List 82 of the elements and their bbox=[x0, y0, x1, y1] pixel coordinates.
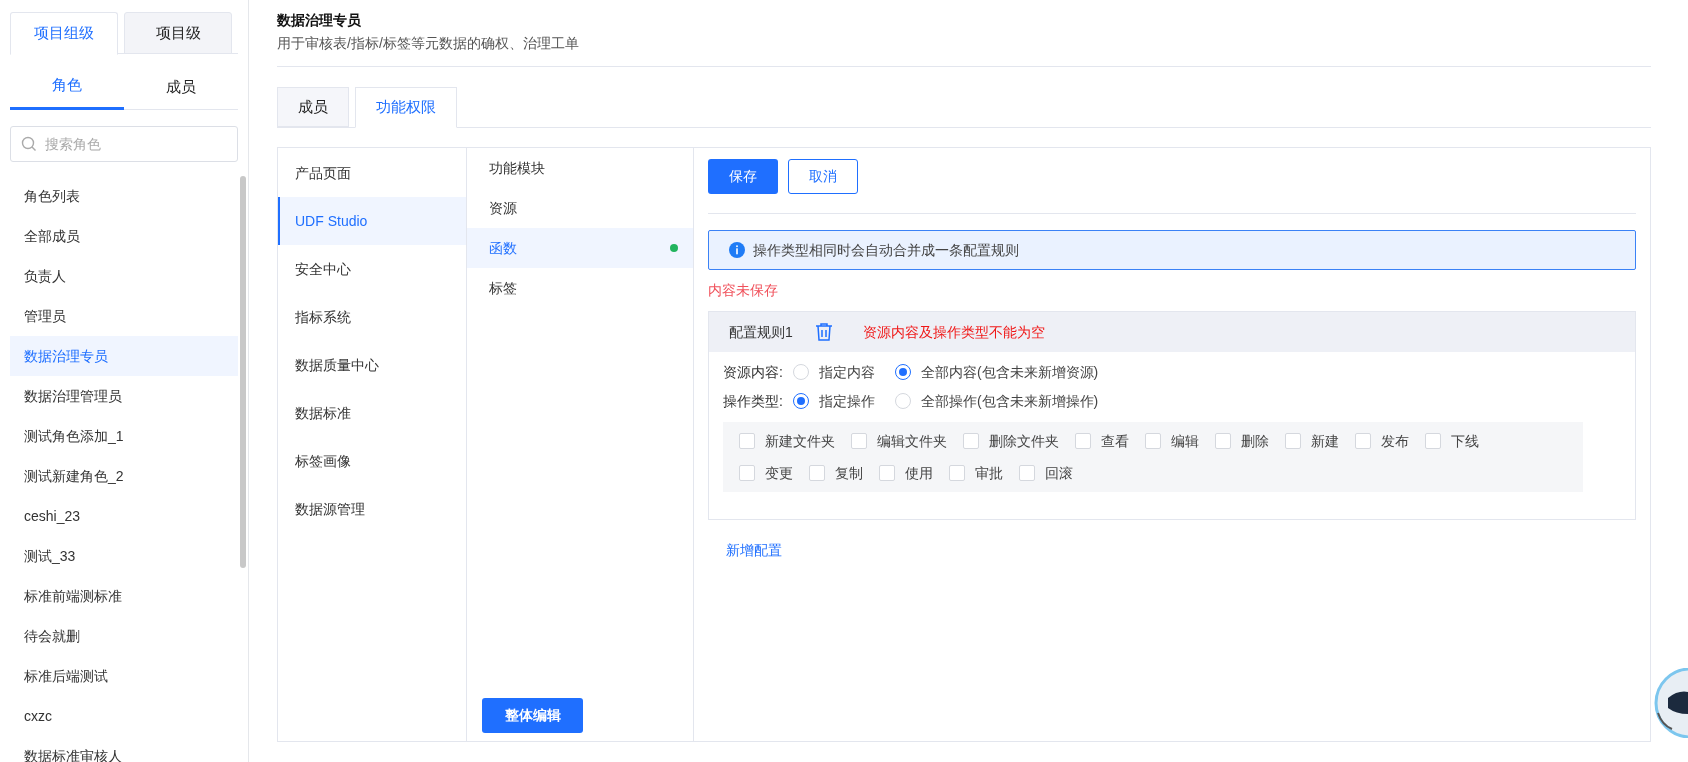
role-item[interactable]: 标准后端测试 bbox=[10, 656, 238, 696]
product-item[interactable]: UDF Studio bbox=[278, 197, 466, 245]
role-item[interactable]: 管理员 bbox=[10, 296, 238, 336]
role-item[interactable]: ceshi_23 bbox=[10, 496, 238, 536]
checkbox[interactable] bbox=[1285, 433, 1301, 449]
checkbox-option[interactable]: 复制 bbox=[809, 462, 863, 484]
radio-option[interactable]: 指定操作 bbox=[792, 390, 875, 412]
checkbox[interactable] bbox=[851, 433, 867, 449]
product-item[interactable]: 数据标准 bbox=[278, 389, 466, 437]
role-description: 用于审核表/指标/标签等元数据的确权、治理工单 bbox=[277, 34, 580, 53]
radio-option[interactable]: 全部操作(包含未来新增操作) bbox=[894, 390, 1099, 412]
role-item[interactable]: 测试_33 bbox=[10, 536, 238, 576]
checkbox[interactable] bbox=[1355, 433, 1371, 449]
checkbox[interactable] bbox=[1145, 433, 1161, 449]
trash-icon[interactable] bbox=[814, 322, 833, 342]
role-item[interactable]: 标准前端测标准 bbox=[10, 576, 238, 616]
checkbox-option[interactable]: 使用 bbox=[879, 462, 933, 484]
role-item[interactable]: 角色列表 bbox=[10, 176, 238, 216]
checkbox[interactable] bbox=[739, 465, 755, 481]
checkbox[interactable] bbox=[809, 465, 825, 481]
checkbox-option[interactable]: 下线 bbox=[1425, 430, 1479, 452]
content-tab[interactable]: 功能权限 bbox=[355, 87, 457, 128]
sub-tab[interactable]: 角色 bbox=[10, 64, 124, 110]
search-icon bbox=[21, 136, 37, 152]
module-item[interactable]: 资源 bbox=[467, 188, 693, 228]
role-item[interactable]: 测试新建角色_2 bbox=[10, 456, 238, 496]
checkbox[interactable] bbox=[1075, 433, 1091, 449]
checkbox[interactable] bbox=[949, 465, 965, 481]
product-item[interactable]: 数据源管理 bbox=[278, 485, 466, 533]
product-item[interactable]: 指标系统 bbox=[278, 293, 466, 341]
checkbox-option[interactable]: 新建 bbox=[1285, 430, 1339, 452]
field-label: 资源内容: bbox=[723, 362, 783, 382]
search-field[interactable]: 搜索角色 bbox=[10, 126, 238, 162]
content-tab[interactable]: 成员 bbox=[277, 87, 349, 127]
role-item[interactable]: 测试角色添加_1 bbox=[10, 416, 238, 456]
module-item[interactable]: 函数 bbox=[467, 228, 693, 268]
assistant-robot-icon[interactable] bbox=[1652, 668, 1688, 738]
scope-tab[interactable]: 项目级 bbox=[124, 12, 232, 54]
checkbox-option[interactable]: 发布 bbox=[1355, 430, 1409, 452]
cancel-button[interactable]: 取消 bbox=[788, 159, 858, 194]
checkbox-option[interactable]: 查看 bbox=[1075, 430, 1129, 452]
product-item[interactable]: 标签画像 bbox=[278, 437, 466, 485]
role-item[interactable]: 全部成员 bbox=[10, 216, 238, 256]
checkbox[interactable] bbox=[1425, 433, 1441, 449]
unsaved-notice: 内容未保存 bbox=[708, 281, 779, 300]
product-item[interactable]: 安全中心 bbox=[278, 245, 466, 293]
save-button[interactable]: 保存 bbox=[708, 159, 778, 194]
checkbox[interactable] bbox=[739, 433, 755, 449]
role-item[interactable]: 数据治理管理员 bbox=[10, 376, 238, 416]
checkbox-option[interactable]: 新建文件夹 bbox=[739, 430, 835, 452]
role-item[interactable]: cxzc bbox=[10, 696, 238, 736]
radio-option[interactable]: 指定内容 bbox=[792, 361, 875, 383]
module-item[interactable]: 标签 bbox=[467, 268, 693, 308]
product-item[interactable]: 产品页面 bbox=[278, 149, 466, 197]
checkbox-option[interactable]: 回滚 bbox=[1019, 462, 1073, 484]
rule-error: 资源内容及操作类型不能为空 bbox=[862, 322, 1045, 342]
role-title: 数据治理专员 bbox=[277, 11, 362, 30]
radio-option[interactable]: 全部内容(包含未来新增资源) bbox=[894, 361, 1099, 383]
column-heading: 功能模块 bbox=[488, 159, 546, 178]
checkbox-option[interactable]: 删除文件夹 bbox=[963, 430, 1059, 452]
info-icon bbox=[729, 242, 745, 258]
checkbox-option[interactable]: 审批 bbox=[949, 462, 1003, 484]
role-item[interactable]: 负责人 bbox=[10, 256, 238, 296]
checkbox[interactable] bbox=[963, 433, 979, 449]
scrollbar[interactable] bbox=[240, 176, 246, 568]
checkbox-option[interactable]: 编辑 bbox=[1145, 430, 1199, 452]
product-item[interactable]: 数据质量中心 bbox=[278, 341, 466, 389]
role-item[interactable]: 待会就删 bbox=[10, 616, 238, 656]
rule-title: 配置规则1 bbox=[729, 322, 793, 342]
checkbox[interactable] bbox=[1019, 465, 1035, 481]
sub-tab[interactable]: 成员 bbox=[124, 64, 238, 110]
edit-all-button[interactable]: 整体编辑 bbox=[482, 698, 583, 733]
field-label: 操作类型: bbox=[723, 391, 783, 411]
checkbox[interactable] bbox=[879, 465, 895, 481]
checkbox-option[interactable]: 编辑文件夹 bbox=[851, 430, 947, 452]
alert-text: 操作类型相同时会自动合并成一条配置规则 bbox=[753, 240, 1019, 260]
add-config-link[interactable]: 新增配置 bbox=[726, 540, 782, 561]
checkbox-option[interactable]: 变更 bbox=[739, 462, 793, 484]
checkbox-option[interactable]: 删除 bbox=[1215, 430, 1269, 452]
role-item[interactable]: 数据治理专员 bbox=[10, 336, 238, 376]
checkbox[interactable] bbox=[1215, 433, 1231, 449]
scope-tab[interactable]: 项目组级 bbox=[10, 12, 118, 55]
